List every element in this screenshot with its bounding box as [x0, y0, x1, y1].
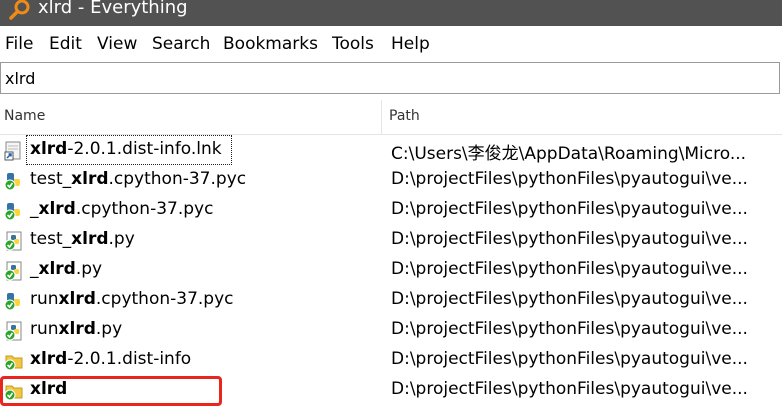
menu-tools[interactable]: Tools — [332, 34, 374, 54]
python-compiled-icon — [4, 293, 20, 311]
column-divider[interactable] — [381, 100, 382, 134]
search-magnifier-icon — [9, 0, 30, 20]
result-name-cell[interactable]: runxlrd.cpython-37.pyc — [26, 285, 234, 315]
menu-bar: File Edit View Search Bookmarks Tools He… — [0, 26, 782, 62]
column-header-path[interactable]: Path — [389, 108, 420, 124]
result-row[interactable]: test_xlrd.py D:\projectFiles\pythonFiles\… — [0, 225, 782, 255]
result-row[interactable]: xlrd-2.0.1.dist-info D:\projectFiles\pyth… — [0, 345, 782, 375]
result-name: xlrd-2.0.1.dist-info — [30, 349, 192, 369]
result-name: _xlrd.py — [30, 259, 103, 279]
result-path: D:\projectFiles\pythonFiles\pyautogui\ve… — [391, 379, 748, 399]
result-row[interactable]: _xlrd.cpython-37.pyc D:\projectFiles\pyth… — [0, 195, 782, 225]
python-compiled-icon — [4, 203, 20, 221]
title-bar: xlrd - Everything — [0, 0, 782, 26]
shortcut-icon — [4, 141, 21, 161]
window-title: xlrd - Everything — [38, 0, 188, 18]
result-row[interactable]: runxlrd.py D:\projectFiles\pythonFiles\py… — [0, 315, 782, 345]
result-name-cell[interactable]: test_xlrd.cpython-37.pyc — [26, 165, 246, 195]
menu-help[interactable]: Help — [391, 34, 430, 54]
result-name: _xlrd.cpython-37.pyc — [30, 199, 214, 219]
result-path: D:\projectFiles\pythonFiles\pyautogui\ve… — [391, 289, 748, 309]
python-file-icon — [4, 231, 22, 251]
result-path: D:\projectFiles\pythonFiles\pyautogui\ve… — [391, 199, 748, 219]
result-name: runxlrd.py — [30, 319, 123, 339]
result-row[interactable]: runxlrd.cpython-37.pyc D:\projectFiles\py… — [0, 285, 782, 315]
result-name-cell[interactable]: runxlrd.py — [26, 315, 232, 345]
menu-edit[interactable]: Edit — [49, 34, 82, 54]
result-name-cell[interactable]: test_xlrd.py — [26, 225, 232, 255]
menu-bookmarks[interactable]: Bookmarks — [223, 34, 318, 54]
result-name: test_xlrd.cpython-37.pyc — [30, 169, 247, 189]
result-path: D:\projectFiles\pythonFiles\pyautogui\ve… — [391, 319, 748, 339]
python-compiled-icon — [4, 173, 20, 191]
result-name: xlrd-2.0.1.dist-info.lnk — [30, 139, 222, 159]
column-header-name[interactable]: Name — [4, 108, 45, 124]
menu-search[interactable]: Search — [152, 34, 210, 54]
folder-synced-icon — [4, 355, 23, 371]
result-name-cell[interactable]: _xlrd.cpython-37.pyc — [26, 195, 232, 225]
result-row[interactable]: xlrd-2.0.1.dist-info.lnk C:\Users\李俊龙\App… — [0, 135, 782, 165]
result-path: D:\projectFiles\pythonFiles\pyautogui\ve… — [391, 259, 748, 279]
result-row[interactable]: test_xlrd.cpython-37.pyc D:\projectFiles\… — [0, 165, 782, 195]
result-name: test_xlrd.py — [30, 229, 135, 249]
column-header: Name Path — [0, 100, 782, 135]
search-input[interactable] — [5, 67, 765, 89]
result-path: D:\projectFiles\pythonFiles\pyautogui\ve… — [391, 169, 748, 189]
menu-view[interactable]: View — [97, 34, 137, 54]
result-path: D:\projectFiles\pythonFiles\pyautogui\ve… — [391, 229, 748, 249]
result-name-cell[interactable]: _xlrd.py — [26, 255, 232, 285]
python-file-icon — [4, 321, 22, 341]
result-path: D:\projectFiles\pythonFiles\pyautogui\ve… — [391, 349, 748, 369]
result-path: C:\Users\李俊龙\AppData\Roaming\Micro... — [391, 144, 747, 164]
result-name-cell[interactable]: xlrd-2.0.1.dist-info.lnk — [26, 135, 232, 165]
search-box — [0, 62, 780, 94]
result-name-cell[interactable]: xlrd-2.0.1.dist-info — [26, 345, 232, 375]
python-file-icon — [4, 261, 22, 281]
annotation-highlight-box — [0, 376, 222, 406]
menu-file[interactable]: File — [5, 34, 33, 54]
result-row[interactable]: _xlrd.py D:\projectFiles\pythonFiles\pyau… — [0, 255, 782, 285]
result-name: runxlrd.cpython-37.pyc — [30, 289, 234, 309]
